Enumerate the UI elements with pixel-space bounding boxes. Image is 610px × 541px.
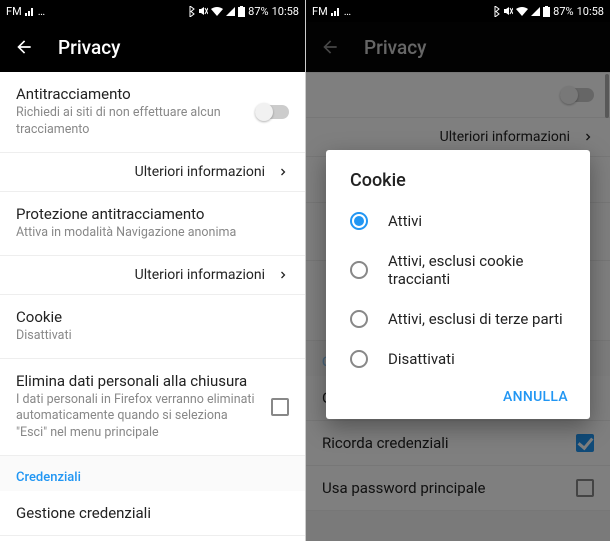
protection-title: Protezione antitracciamento bbox=[16, 205, 289, 223]
clock: 10:58 bbox=[272, 5, 299, 18]
cookie-option-esclusi-terze[interactable]: Attivi, esclusi di terze parti bbox=[332, 299, 584, 339]
cookie-row[interactable]: Cookie Disattivati bbox=[0, 295, 305, 359]
cell-icon bbox=[226, 7, 235, 16]
signal-icon bbox=[331, 6, 341, 16]
radio-selected-icon bbox=[350, 212, 368, 230]
radio-icon bbox=[350, 261, 368, 279]
wifi-icon bbox=[516, 7, 528, 16]
status-dots: … bbox=[344, 5, 351, 18]
protection-desc: Attiva in modalità Navigazione anonima bbox=[16, 225, 289, 242]
app-bar: Privacy bbox=[0, 22, 305, 72]
battery-icon bbox=[543, 6, 550, 17]
credentials-section-label: Credenziali bbox=[0, 456, 305, 491]
more-info-label-2: Ulteriori informazioni bbox=[135, 267, 265, 283]
clear-on-exit-row[interactable]: Elimina dati personali alla chiusura I d… bbox=[0, 359, 305, 457]
protection-row[interactable]: Protezione antitracciamento Attiva in mo… bbox=[0, 192, 305, 256]
clear-on-exit-desc: I dati personali in Firefox verranno eli… bbox=[16, 392, 255, 443]
manage-credentials-row[interactable]: Gestione credenziali bbox=[0, 491, 305, 536]
radio-icon bbox=[350, 350, 368, 368]
back-icon[interactable] bbox=[14, 37, 34, 57]
status-fm-label: FM bbox=[312, 5, 328, 18]
mute-icon bbox=[198, 6, 208, 16]
antitracking-desc: Richiedi ai siti di non effettuare alcun… bbox=[16, 105, 289, 139]
chevron-right-icon bbox=[277, 269, 289, 281]
more-info-link-2[interactable]: Ulteriori informazioni bbox=[0, 256, 305, 295]
cookie-option-attivi[interactable]: Attivi bbox=[332, 201, 584, 241]
battery-pct: 87% bbox=[553, 5, 573, 18]
manage-credentials-label: Gestione credenziali bbox=[16, 504, 289, 522]
mute-icon bbox=[503, 6, 513, 16]
more-info-label: Ulteriori informazioni bbox=[135, 164, 265, 180]
page-title: Privacy bbox=[58, 36, 120, 59]
bluetooth-icon bbox=[187, 6, 195, 17]
battery-pct: 87% bbox=[248, 5, 268, 18]
status-bar: FM … 87% 10:58 bbox=[0, 0, 305, 22]
antitracking-title: Antitracciamento bbox=[16, 85, 289, 103]
cookie-title: Cookie bbox=[16, 308, 289, 326]
radio-icon bbox=[350, 310, 368, 328]
cookie-value: Disattivati bbox=[16, 328, 289, 345]
cookie-option-esclusi-traccianti[interactable]: Attivi, esclusi cookie traccianti bbox=[332, 241, 584, 299]
remember-credentials-row[interactable]: Ricorda credenziali bbox=[0, 536, 305, 541]
chevron-right-icon bbox=[277, 166, 289, 178]
dialog-title: Cookie bbox=[332, 170, 584, 201]
cell-icon bbox=[531, 7, 540, 16]
clock: 10:58 bbox=[577, 5, 604, 18]
clear-on-exit-checkbox[interactable] bbox=[271, 398, 289, 416]
clear-on-exit-title: Elimina dati personali alla chiusura bbox=[16, 372, 255, 390]
dialog-cancel-button[interactable]: ANNULLA bbox=[503, 389, 568, 405]
status-bar: FM … 87% 10:58 bbox=[306, 0, 610, 22]
cookie-option-disattivati[interactable]: Disattivati bbox=[332, 339, 584, 379]
more-info-link-1[interactable]: Ulteriori informazioni bbox=[0, 153, 305, 192]
status-fm-label: FM bbox=[6, 5, 22, 18]
antitracking-row[interactable]: Antitracciamento Richiedi ai siti di non… bbox=[0, 72, 305, 153]
antitracking-switch[interactable] bbox=[255, 105, 289, 119]
bluetooth-icon bbox=[492, 6, 500, 17]
status-dots: … bbox=[38, 5, 45, 18]
battery-icon bbox=[238, 6, 245, 17]
cookie-dialog: Cookie Attivi Attivi, esclusi cookie tra… bbox=[326, 150, 590, 419]
wifi-icon bbox=[211, 7, 223, 16]
signal-icon bbox=[25, 6, 35, 16]
